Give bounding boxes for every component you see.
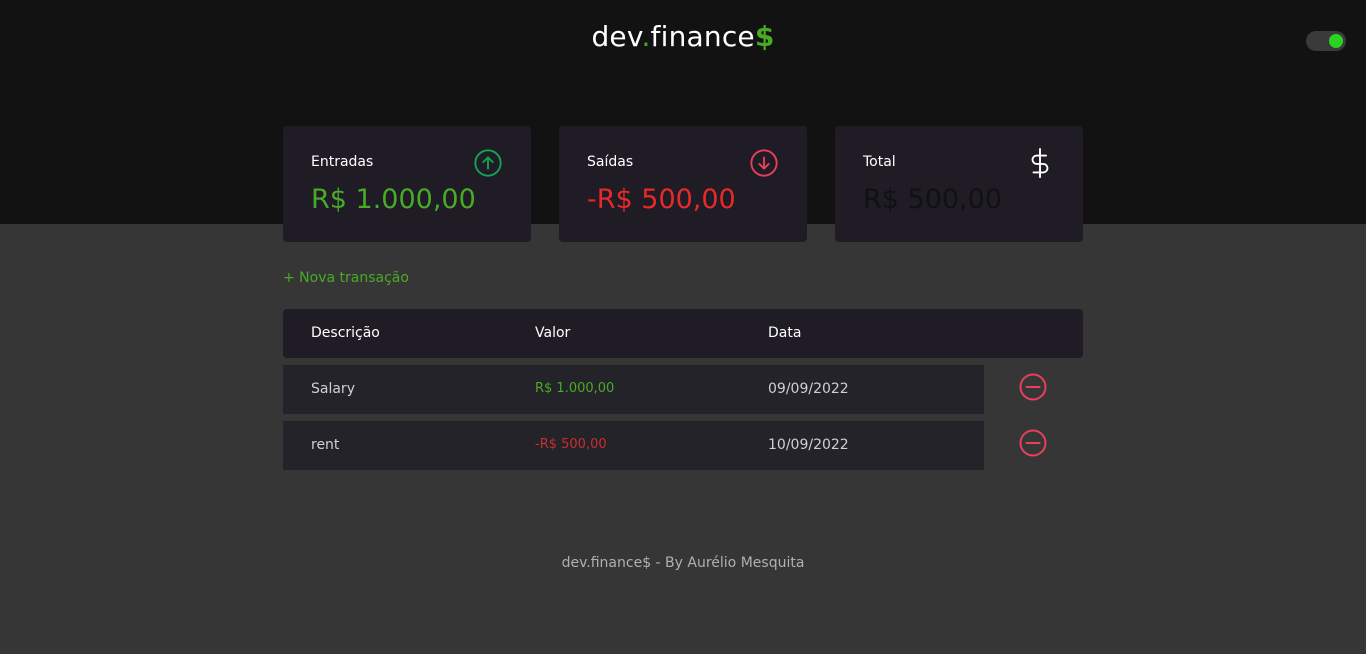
table-row: rent -R$ 500,00 10/09/2022 [283,421,984,470]
income-card-value: R$ 1.000,00 [311,184,476,215]
new-transaction-link[interactable]: + Nova transação [283,270,409,286]
arrow-up-circle-icon [474,149,502,177]
expense-card-value: -R$ 500,00 [587,184,736,215]
theme-toggle-knob [1329,34,1343,48]
logo: dev.finance$ [0,20,1366,53]
logo-word: finance [650,20,755,53]
row-amount: -R$ 500,00 [535,437,607,452]
dollar-sign-icon [1031,148,1049,178]
logo-dollar: $ [754,20,775,53]
column-header-description: Descrição [311,325,380,341]
footer-credit: dev.finance$ - By Aurélio Mesquita [561,555,805,571]
expense-card: Saídas -R$ 500,00 [559,126,807,242]
column-header-date: Data [768,325,802,341]
table-row: Salary R$ 1.000,00 09/09/2022 [283,365,984,414]
row-amount: R$ 1.000,00 [535,381,615,396]
column-header-amount: Valor [535,325,571,341]
table-header: Descrição Valor Data [283,309,1083,358]
row-date: 09/09/2022 [768,381,849,397]
logo-main: dev [591,20,642,53]
total-card: Total R$ 500,00 [835,126,1083,242]
row-description: Salary [311,381,355,397]
row-date: 10/09/2022 [768,437,849,453]
arrow-down-circle-icon [750,149,778,177]
theme-toggle[interactable] [1306,31,1346,51]
total-card-value: R$ 500,00 [863,184,1002,215]
remove-transaction-icon[interactable] [1019,429,1047,457]
row-description: rent [311,437,340,453]
remove-transaction-icon[interactable] [1019,373,1047,401]
income-card: Entradas R$ 1.000,00 [283,126,531,242]
logo-dot: . [641,20,651,53]
